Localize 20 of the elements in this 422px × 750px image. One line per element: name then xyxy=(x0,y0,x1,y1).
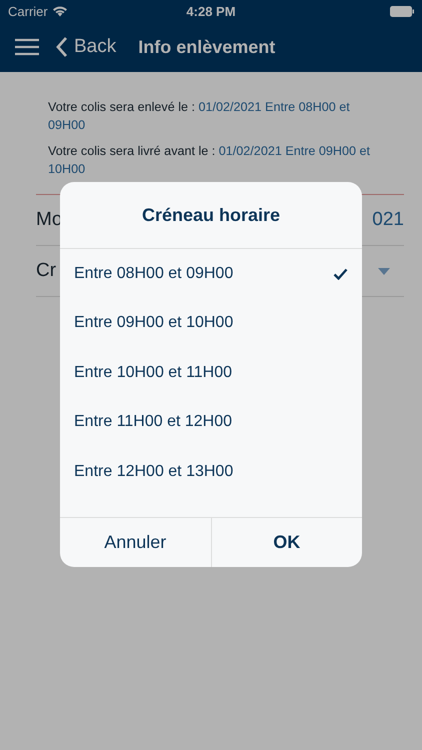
time-slot-option[interactable]: Entre 12H00 et 13H00 xyxy=(60,447,362,496)
menu-icon[interactable] xyxy=(14,38,40,56)
battery-icon xyxy=(390,6,414,16)
wifi-icon xyxy=(52,5,68,17)
status-time: 4:28 PM xyxy=(186,4,236,18)
time-slot-option[interactable]: Entre 09H00 et 10H00 xyxy=(60,298,362,348)
field-value: 021 xyxy=(372,209,404,231)
ok-button[interactable]: OK xyxy=(210,518,362,567)
time-slot-option[interactable]: Entre 11H00 et 12H00 xyxy=(60,398,362,447)
screen-title: Info enlèvement xyxy=(138,36,276,58)
time-slot-option[interactable]: Entre 10H00 et 11H00 xyxy=(60,348,362,398)
dialog-title: Créneau horaire xyxy=(60,182,362,249)
info-text: Votre colis sera livré avant le : 01/02/2021 Entre 09H00 et 10H00 xyxy=(48,143,372,178)
field-label: Cr xyxy=(36,260,56,282)
time-slot-option[interactable]: Entre 08H00 et 09H00 xyxy=(60,249,362,298)
back-button[interactable]: Back xyxy=(56,36,116,58)
info-text: Votre colis sera enlevé le : 01/02/2021 Entre 08H00 et 09H00 xyxy=(48,99,351,134)
carrier-label: Carrier xyxy=(8,4,48,18)
chevron-left-icon xyxy=(56,37,68,57)
cancel-button[interactable]: Annuler xyxy=(60,518,210,567)
